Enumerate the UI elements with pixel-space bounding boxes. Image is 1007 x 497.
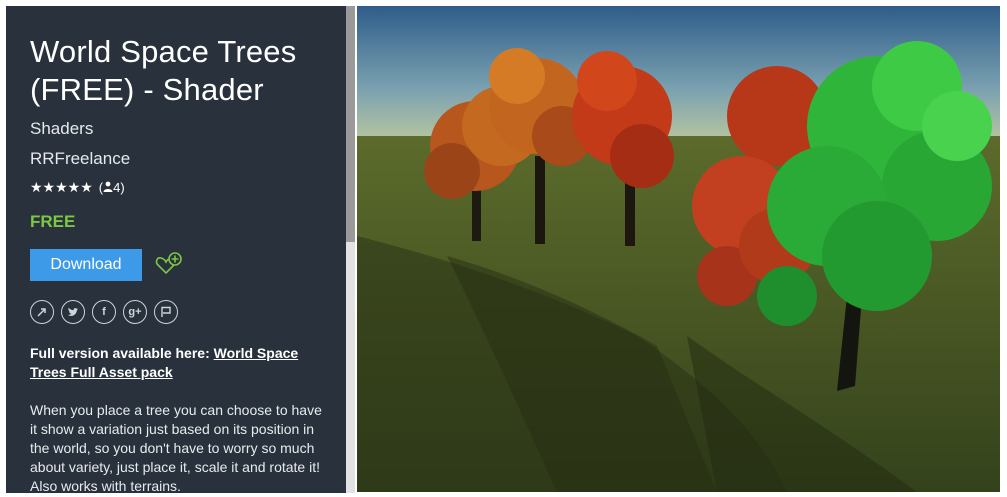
facebook-icon[interactable]: f (92, 300, 116, 324)
flag-icon[interactable] (154, 300, 178, 324)
download-button[interactable]: Download (30, 249, 142, 281)
price-label: FREE (30, 212, 76, 231)
asset-description: When you place a tree you can choose to … (30, 402, 322, 493)
full-version-prefix: Full version available here: (30, 345, 214, 361)
asset-preview-image[interactable] (357, 6, 1000, 492)
full-version-note: Full version available here: World Space… (30, 344, 320, 382)
star-rating: ★★★★★ (30, 179, 93, 195)
rating: ★★★★★ (4) (30, 179, 346, 196)
action-row: Download (30, 249, 346, 281)
tree-scene-illustration (357, 6, 1000, 492)
rating-count-value: 4 (113, 180, 121, 195)
google-plus-icon[interactable]: g+ (123, 300, 147, 324)
publisher-link[interactable]: RRFreelance (30, 149, 346, 169)
rating-count: (4) (98, 180, 125, 195)
asset-info-panel: World Space Trees (FREE) - Shader Shader… (6, 6, 346, 493)
asset-category-link[interactable]: Shaders (30, 119, 346, 139)
panel-scrollbar-thumb[interactable] (346, 6, 355, 242)
add-to-wishlist-icon[interactable] (154, 251, 182, 279)
share-icon[interactable] (30, 300, 54, 324)
user-icon (103, 181, 113, 192)
twitter-icon[interactable] (61, 300, 85, 324)
asset-title: World Space Trees (FREE) - Shader (30, 34, 297, 107)
social-share-bar: f g+ (30, 300, 346, 324)
